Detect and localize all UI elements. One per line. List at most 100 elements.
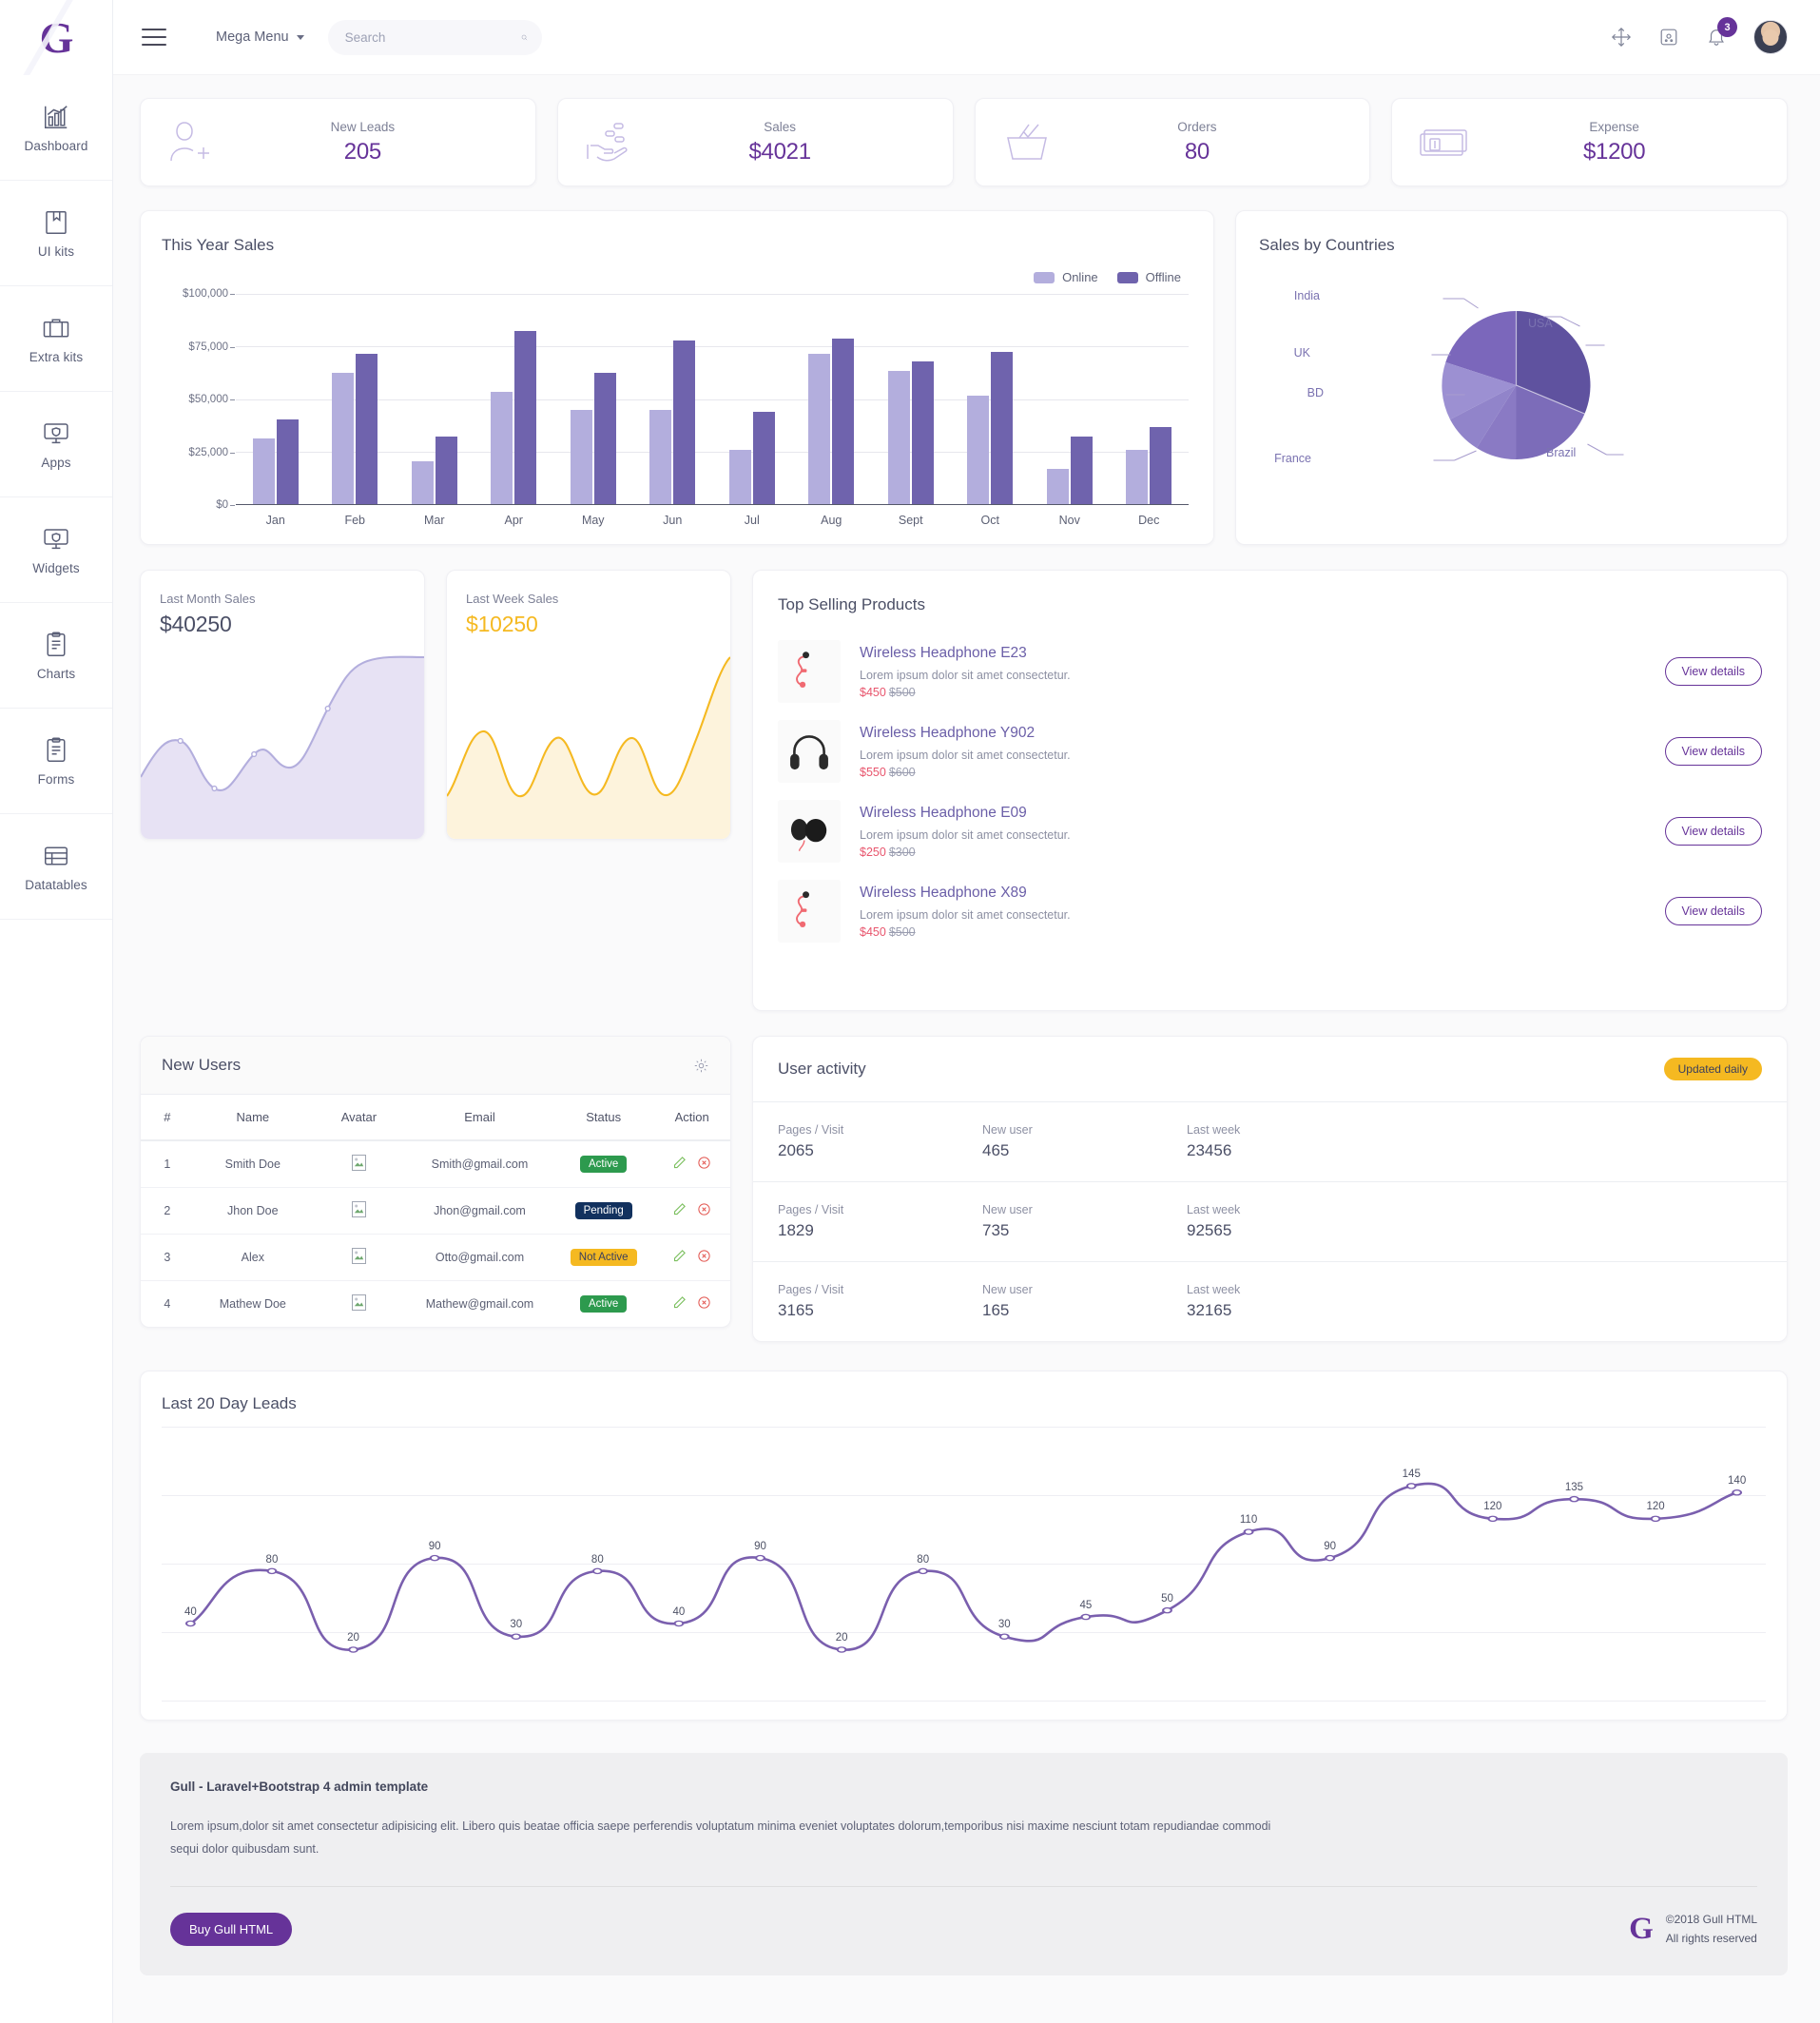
pie-chart: India UK BD France USA Brazil xyxy=(1259,274,1764,497)
data-point-label: 30 xyxy=(997,1619,1011,1631)
cell-number: 3 xyxy=(141,1234,194,1281)
y-tick: $75,000 xyxy=(188,340,235,353)
product-name[interactable]: Wireless Headphone Y902 xyxy=(860,725,1646,742)
sidebar-item-extra-kits[interactable]: Extra kits xyxy=(0,286,112,392)
delete-circle-icon[interactable] xyxy=(697,1249,711,1263)
sidebar-item-datatables[interactable]: Datatables xyxy=(0,814,112,920)
search-input[interactable] xyxy=(344,29,513,45)
sidebar-item-dashboard[interactable]: Dashboard xyxy=(0,75,112,181)
view-details-button[interactable]: View details xyxy=(1664,657,1762,686)
product-image xyxy=(778,720,841,783)
delete-circle-icon[interactable] xyxy=(697,1202,711,1216)
leads-data-point[interactable] xyxy=(1161,1606,1172,1614)
sidebar-item-charts[interactable]: Charts xyxy=(0,603,112,709)
sidebar-item-forms[interactable]: Forms xyxy=(0,709,112,814)
leads-data-point[interactable] xyxy=(1080,1613,1092,1621)
leads-data-point[interactable] xyxy=(673,1620,685,1627)
product-name[interactable]: Wireless Headphone E23 xyxy=(860,645,1646,662)
bar-chart-plot xyxy=(236,294,1189,505)
avatar[interactable] xyxy=(1753,20,1788,54)
leads-data-point[interactable] xyxy=(998,1633,1010,1640)
bar-offline[interactable] xyxy=(752,412,775,504)
activity-metric: Pages / Visit 1829 xyxy=(778,1203,982,1240)
legend-item-online[interactable]: Online xyxy=(1034,270,1098,284)
leads-data-point[interactable] xyxy=(1325,1554,1336,1562)
leads-data-point[interactable] xyxy=(1650,1515,1661,1523)
brand-logo[interactable]: G xyxy=(0,0,112,75)
leads-data-point[interactable] xyxy=(266,1567,278,1575)
bar-online[interactable] xyxy=(491,391,513,504)
leads-data-point[interactable] xyxy=(755,1554,766,1562)
cell-name: Jhon Doe xyxy=(193,1187,312,1235)
edit-pencil-icon[interactable] xyxy=(672,1249,687,1263)
edit-pencil-icon[interactable] xyxy=(672,1295,687,1310)
search-icon[interactable] xyxy=(521,29,528,46)
apps-icon[interactable] xyxy=(1658,27,1679,48)
bar-offline[interactable] xyxy=(593,372,616,504)
bar-offline[interactable] xyxy=(832,339,855,504)
sidebar-item-apps[interactable]: Apps xyxy=(0,392,112,497)
mega-menu-dropdown[interactable]: Mega Menu xyxy=(216,29,304,45)
column-header: Action xyxy=(653,1095,730,1141)
leads-data-point[interactable] xyxy=(184,1620,196,1627)
leads-data-point[interactable] xyxy=(348,1646,359,1653)
money-stack-icon xyxy=(1420,128,1467,156)
bar-offline[interactable] xyxy=(911,361,934,504)
bar-chart-legend: Online Offline xyxy=(162,270,1181,284)
view-details-button[interactable]: View details xyxy=(1664,897,1762,925)
leads-data-point[interactable] xyxy=(1243,1528,1254,1535)
edit-pencil-icon[interactable] xyxy=(672,1202,687,1216)
sidebar-item-ui-kits[interactable]: UI kits xyxy=(0,181,112,286)
leads-data-point[interactable] xyxy=(836,1646,847,1653)
view-details-button[interactable]: View details xyxy=(1664,737,1762,766)
bar-offline[interactable] xyxy=(1150,427,1172,504)
leads-data-point[interactable] xyxy=(1732,1489,1743,1496)
buy-gull-html-button[interactable]: Buy Gull HTML xyxy=(170,1912,293,1946)
edit-pencil-icon[interactable] xyxy=(672,1156,687,1170)
cell-avatar xyxy=(311,1234,406,1281)
bar-online[interactable] xyxy=(967,395,990,504)
leads-data-point[interactable] xyxy=(591,1567,603,1575)
bar-online[interactable] xyxy=(808,354,831,504)
bar-online[interactable] xyxy=(728,449,751,504)
bar-offline[interactable] xyxy=(356,354,378,504)
fullscreen-icon[interactable] xyxy=(1611,27,1632,48)
leads-data-point[interactable] xyxy=(429,1554,440,1562)
view-details-button[interactable]: View details xyxy=(1664,817,1762,846)
bar-online[interactable] xyxy=(1126,449,1149,504)
product-name[interactable]: Wireless Headphone E09 xyxy=(860,805,1646,822)
leads-data-point[interactable] xyxy=(1405,1483,1417,1489)
bar-online[interactable] xyxy=(252,438,275,504)
leads-data-point[interactable] xyxy=(1487,1515,1499,1523)
leads-data-point[interactable] xyxy=(511,1633,522,1640)
bar-online[interactable] xyxy=(1046,468,1069,504)
user-activity-header: User activity Updated daily xyxy=(753,1037,1787,1102)
bar-online[interactable] xyxy=(411,460,434,504)
gear-icon[interactable] xyxy=(693,1058,709,1074)
bar-offline[interactable] xyxy=(514,331,537,504)
leads-data-point[interactable] xyxy=(918,1567,929,1575)
search-box[interactable] xyxy=(327,19,542,55)
delete-circle-icon[interactable] xyxy=(697,1295,711,1310)
bar-offline[interactable] xyxy=(276,419,299,504)
legend-label: Online xyxy=(1062,270,1098,284)
bar-online[interactable] xyxy=(570,410,592,504)
hamburger-icon[interactable] xyxy=(142,29,166,46)
bar-offline[interactable] xyxy=(673,340,696,504)
leads-data-point[interactable] xyxy=(1568,1495,1579,1503)
bar-offline[interactable] xyxy=(435,436,457,504)
activity-row: Pages / Visit 3165 New user 165 Last week 321… xyxy=(753,1262,1787,1341)
activity-metric-value: 32165 xyxy=(1187,1301,1232,1319)
footer-copy-line1: ©2018 Gull HTML xyxy=(1665,1912,1757,1926)
legend-item-offline[interactable]: Offline xyxy=(1116,270,1181,284)
bar-online[interactable] xyxy=(332,372,355,504)
bar-offline[interactable] xyxy=(991,352,1014,504)
bar-offline[interactable] xyxy=(1070,436,1093,504)
bar-online[interactable] xyxy=(887,370,910,504)
product-name[interactable]: Wireless Headphone X89 xyxy=(860,885,1646,902)
x-tick: Mar xyxy=(423,514,445,527)
delete-circle-icon[interactable] xyxy=(697,1156,711,1170)
sidebar-item-widgets[interactable]: Widgets xyxy=(0,497,112,603)
notifications-button[interactable]: 3 xyxy=(1706,17,1737,48)
bar-online[interactable] xyxy=(649,410,672,504)
